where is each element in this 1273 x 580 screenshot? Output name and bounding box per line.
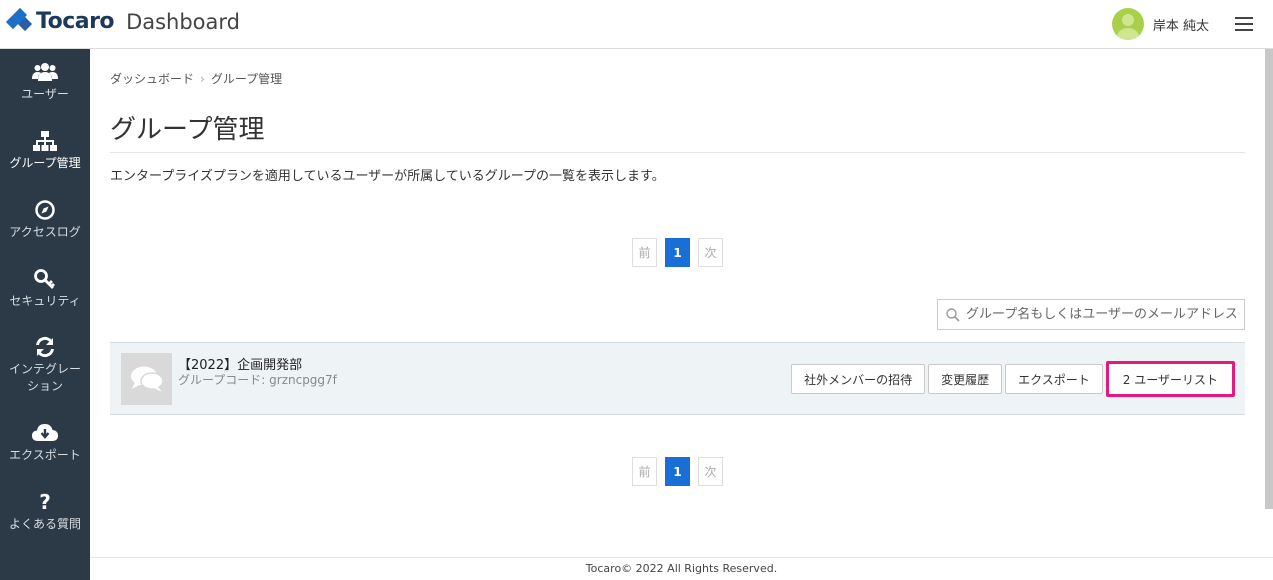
- pagination-top: 前 1 次: [632, 238, 731, 267]
- group-thumbnail: [121, 353, 172, 405]
- sidebar: ユーザー グループ管理 アクセスログ セキュリティ インテグレー ション エクス…: [0, 49, 90, 580]
- cloud-download-icon: [0, 422, 90, 444]
- scrollbar[interactable]: [1265, 49, 1273, 509]
- sidebar-item-faq[interactable]: ? よくある質問: [0, 491, 90, 559]
- users-icon: [0, 61, 90, 83]
- search-icon: [946, 307, 960, 322]
- pagination-page-1[interactable]: 1: [665, 457, 690, 486]
- breadcrumb-current: グループ管理: [210, 72, 283, 86]
- export-button[interactable]: エクスポート: [1005, 364, 1103, 394]
- change-history-button[interactable]: 変更履歴: [928, 364, 1003, 394]
- question-icon: ?: [39, 490, 51, 514]
- logo[interactable]: Tocaro Dashboard: [5, 7, 240, 34]
- pagination-page-1[interactable]: 1: [665, 238, 690, 267]
- user-list-button[interactable]: 2 ユーザーリスト: [1105, 361, 1235, 397]
- sidebar-item-label: エクスポート: [9, 448, 81, 462]
- pagination-bottom: 前 1 次: [632, 457, 731, 486]
- sitemap-icon: [0, 130, 90, 152]
- user-menu[interactable]: 岸本 純太: [1111, 8, 1253, 40]
- sidebar-item-integration[interactable]: インテグレー ション: [0, 336, 90, 404]
- tocaro-logo-icon: [5, 7, 33, 34]
- breadcrumb-separator-icon: ›: [200, 72, 205, 86]
- sidebar-item-groups[interactable]: グループ管理: [0, 130, 90, 198]
- page-description: エンタープライズプランを適用しているユーザーが所属しているグループの一覧を表示し…: [110, 169, 665, 184]
- chat-bubbles-icon: [130, 366, 164, 392]
- pagination-next[interactable]: 次: [698, 457, 723, 486]
- search-input[interactable]: [966, 307, 1236, 322]
- compass-icon: [0, 199, 90, 221]
- sidebar-item-label: よくある質問: [8, 517, 81, 531]
- sidebar-item-export[interactable]: エクスポート: [0, 422, 90, 490]
- invite-external-button[interactable]: 社外メンバーの招待: [791, 364, 926, 394]
- sidebar-item-users[interactable]: ユーザー: [0, 61, 90, 129]
- hamburger-menu-icon[interactable]: [1235, 17, 1253, 31]
- key-icon: [0, 268, 90, 290]
- user-name[interactable]: 岸本 純太: [1153, 15, 1209, 34]
- breadcrumb-home-link[interactable]: ダッシュボード: [110, 72, 194, 86]
- pagination-next[interactable]: 次: [698, 238, 723, 267]
- group-row: 【2022】企画開発部 グループコード: grzncpgg7f 社外メンバーの招…: [110, 342, 1245, 415]
- footer: Tocaro© 2022 All Rights Reserved.: [90, 557, 1273, 580]
- group-code: グループコード: grzncpgg7f: [178, 373, 337, 387]
- brand-name: Tocaro: [36, 9, 115, 34]
- sidebar-item-label: インテグレー ション: [8, 362, 81, 393]
- sidebar-item-label: グループ管理: [9, 156, 81, 170]
- main-content: ダッシュボード › グループ管理 グループ管理 エンタープライズプランを適用している…: [90, 49, 1260, 580]
- avatar[interactable]: [1111, 8, 1144, 40]
- sidebar-item-label: セキュリティ: [9, 294, 81, 308]
- pagination-prev[interactable]: 前: [632, 457, 657, 486]
- sidebar-item-security[interactable]: セキュリティ: [0, 268, 90, 336]
- dashboard-label: Dashboard: [126, 9, 240, 34]
- copyright-text: Tocaro© 2022 All Rights Reserved.: [585, 562, 778, 575]
- sidebar-item-access-log[interactable]: アクセスログ: [0, 199, 90, 267]
- sidebar-item-label: ユーザー: [21, 87, 69, 101]
- search-box[interactable]: [937, 299, 1245, 330]
- pagination-prev[interactable]: 前: [632, 238, 657, 267]
- sync-icon: [0, 336, 90, 358]
- page-title: グループ管理: [110, 115, 265, 145]
- breadcrumb: ダッシュボード › グループ管理: [110, 70, 282, 87]
- title-divider: [110, 152, 1245, 153]
- sidebar-item-label: アクセスログ: [9, 225, 81, 239]
- top-header: Tocaro Dashboard 岸本 純太: [0, 0, 1273, 49]
- group-actions: 社外メンバーの招待 変更履歴 エクスポート 2 ユーザーリスト: [788, 361, 1235, 397]
